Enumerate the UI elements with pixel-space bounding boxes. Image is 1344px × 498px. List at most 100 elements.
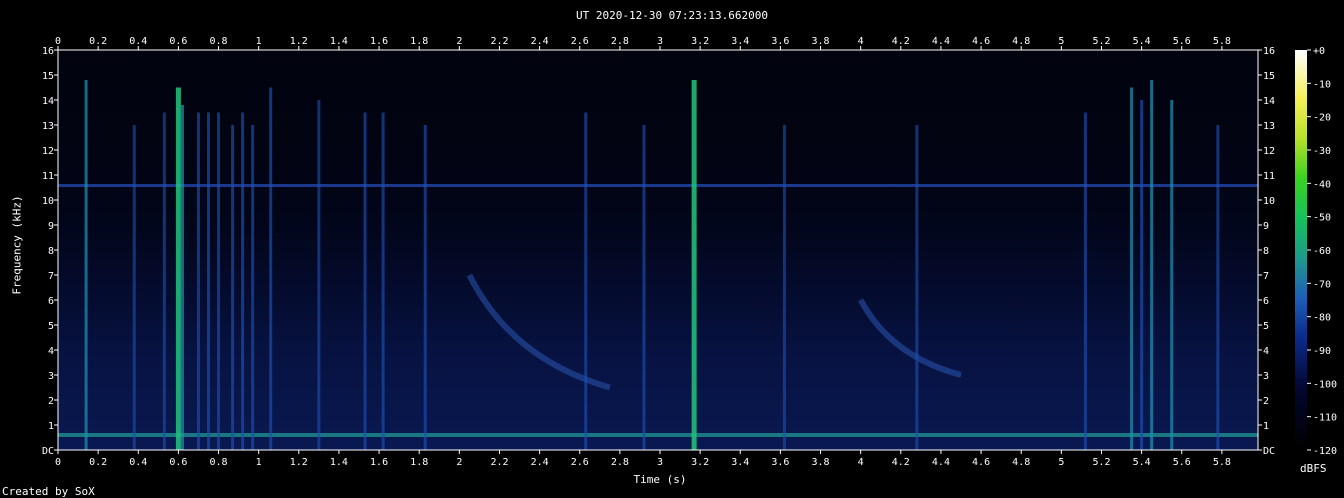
transient-14	[381, 112, 385, 450]
transient-24	[1150, 80, 1154, 450]
transient-1	[175, 87, 181, 450]
colorbar-tick-label: -50	[1313, 213, 1331, 224]
x-tick-label-top: 0.4	[129, 36, 147, 47]
y-tick-label-right: 3	[1263, 371, 1269, 382]
x-tick-label-top: 0.8	[210, 36, 228, 47]
transient-0	[84, 80, 88, 450]
x-tick-label-top: 4.8	[1012, 36, 1030, 47]
x-tick-label-top: 2.2	[490, 36, 508, 47]
x-tick-label: 1	[256, 457, 262, 468]
transient-16	[584, 112, 588, 450]
y-tick-label: 6	[48, 296, 54, 307]
x-tick-label-top: 5	[1058, 36, 1064, 47]
transient-8	[231, 125, 235, 450]
transient-15	[423, 125, 427, 450]
y-tick-label: 2	[48, 396, 54, 407]
x-tick-label: 0.2	[89, 457, 107, 468]
y-tick-label-right: 9	[1263, 221, 1269, 232]
transient-19	[782, 125, 786, 450]
y-tick-label-right: 7	[1263, 271, 1269, 282]
y-tick-label: 7	[48, 271, 54, 282]
transient-2	[180, 105, 184, 450]
y-tick-label-right: 16	[1263, 46, 1275, 57]
x-tick-label: 4.6	[972, 457, 990, 468]
x-tick-label-top: 3	[657, 36, 663, 47]
x-tick-label-top: 1.4	[330, 36, 348, 47]
tone-line	[58, 184, 1258, 187]
transient-11	[269, 87, 273, 450]
transient-6	[207, 112, 211, 450]
x-tick-label-top: 4.6	[972, 36, 990, 47]
colorbar-tick-label: -60	[1313, 246, 1331, 257]
y-tick-label-right: 6	[1263, 296, 1269, 307]
x-tick-label: 2.6	[571, 457, 589, 468]
x-tick-label-top: 5.6	[1173, 36, 1191, 47]
x-tick-label-top: 4	[858, 36, 864, 47]
x-tick-label: 0.6	[169, 457, 187, 468]
y-tick-label-right: 15	[1263, 71, 1275, 82]
credit-text: Created by SoX	[2, 485, 95, 498]
x-tick-label: 4.2	[892, 457, 910, 468]
x-tick-label: 3.8	[812, 457, 830, 468]
y-tick-label-right: 12	[1263, 146, 1275, 157]
x-tick-label: 2.8	[611, 457, 629, 468]
colorbar-tick-label: -70	[1313, 279, 1331, 290]
transient-3	[132, 125, 136, 450]
y-tick-label-right: 13	[1263, 121, 1275, 132]
colorbar-tick-label: -30	[1313, 146, 1331, 157]
x-tick-label: 2	[456, 457, 462, 468]
y-tick-label-right: 11	[1263, 171, 1275, 182]
hum-line	[58, 433, 1258, 437]
x-tick-label-top: 1.2	[290, 36, 308, 47]
x-tick-label: 5.2	[1092, 457, 1110, 468]
y-tick-label-right: 14	[1263, 96, 1275, 107]
y-tick-label: 4	[48, 346, 54, 357]
colorbar	[1295, 50, 1307, 450]
colorbar-ticks: +0 -10 -20 -30 -40 -50 -60 -70 -80 -90 -100 -110 -12…	[1307, 46, 1337, 457]
transient-20	[915, 125, 919, 450]
x-tick-label-top: 3.8	[812, 36, 830, 47]
transient-13	[363, 112, 367, 450]
y-tick-label: 5	[48, 321, 54, 332]
x-axis-label: Time (s)	[633, 473, 687, 486]
transient-5	[196, 112, 200, 450]
transient-7	[217, 112, 221, 450]
x-tick-label-top: 0.2	[89, 36, 107, 47]
transient-17	[642, 125, 646, 450]
x-tick-label-top: 4.2	[892, 36, 910, 47]
y-tick-label: 15	[42, 71, 54, 82]
y-tick-label: 8	[48, 246, 54, 257]
y-tick-label-right: 8	[1263, 246, 1269, 257]
y-tick-label-right: 4	[1263, 346, 1269, 357]
y-tick-label: 1	[48, 421, 54, 432]
x-tick-label-top: 2.6	[571, 36, 589, 47]
x-tick-label: 2.4	[531, 457, 549, 468]
y-tick-label-right: 2	[1263, 396, 1269, 407]
transient-25	[1170, 100, 1174, 450]
x-tick-label: 3.6	[771, 457, 789, 468]
y-tick-label: 10	[42, 196, 54, 207]
x-tick-label: 4	[858, 457, 864, 468]
x-tick-label: 0	[55, 457, 61, 468]
x-tick-label-top: 0	[55, 36, 61, 47]
x-tick-label: 1.8	[410, 457, 428, 468]
x-tick-label: 0.4	[129, 457, 147, 468]
x-tick-label-top: 2.4	[531, 36, 549, 47]
y-tick-label: 11	[42, 171, 54, 182]
y-tick-label: 14	[42, 96, 54, 107]
y-tick-label: 13	[42, 121, 54, 132]
x-tick-label: 5.6	[1173, 457, 1191, 468]
x-tick-label-top: 1	[256, 36, 262, 47]
colorbar-label: dBFS	[1300, 462, 1327, 475]
colorbar-tick-label: -90	[1313, 346, 1331, 357]
transient-12	[317, 100, 321, 450]
x-tick-label: 1.2	[290, 457, 308, 468]
y-tick-label: 16	[42, 46, 54, 57]
transient-23	[1140, 100, 1144, 450]
x-tick-label: 4.8	[1012, 457, 1030, 468]
x-tick-label-top: 3.2	[691, 36, 709, 47]
transient-22	[1130, 87, 1134, 450]
x-tick-label: 0.8	[210, 457, 228, 468]
colorbar-tick-label: -20	[1313, 113, 1331, 124]
x-tick-label-top: 2.8	[611, 36, 629, 47]
